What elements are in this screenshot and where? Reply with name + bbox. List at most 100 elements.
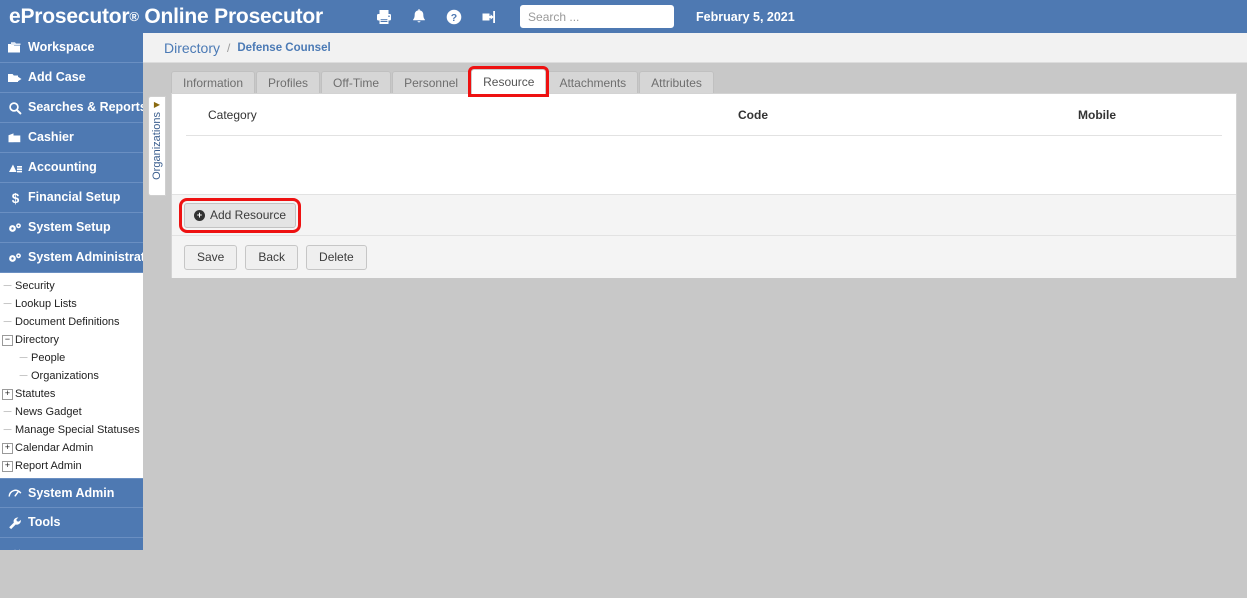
folders-icon [6, 40, 24, 56]
tree-label: News Gadget [15, 407, 82, 418]
plus-circle-icon: + [194, 210, 205, 221]
breadcrumb: Directory / Defense Counsel [143, 33, 1247, 63]
dollar-icon: $ [6, 190, 24, 206]
tree-item-organizations[interactable]: ─Organizations [2, 367, 143, 385]
sidebar-item-workspace[interactable]: Workspace [0, 33, 143, 63]
tree-toggle-none: ─ [18, 353, 29, 364]
breadcrumb-root-link[interactable]: Directory [164, 40, 220, 56]
tab-attachments[interactable]: Attachments [547, 71, 638, 94]
tree-expand-plus-icon[interactable]: + [2, 389, 13, 400]
sidebar-item-tools[interactable]: Tools [0, 508, 143, 538]
wrench-icon [6, 515, 24, 531]
registered-mark: ® [129, 9, 138, 24]
sidebar-label: Workspace [28, 41, 94, 54]
sidebar-item-searches-reports[interactable]: Searches & Reports [0, 93, 143, 123]
tree-toggle-none: ─ [2, 299, 13, 310]
svg-text:$: $ [11, 191, 19, 205]
sidebar-label: System Administration [28, 251, 143, 264]
help-icon[interactable]: ? [445, 8, 463, 26]
tree-item-people[interactable]: ─People [2, 349, 143, 367]
sidebar-label: Financial Setup [28, 191, 120, 204]
sidebar-item-system-admin[interactable]: System Admin [0, 478, 143, 508]
breadcrumb-current-link[interactable]: Defense Counsel [237, 42, 330, 54]
print-icon[interactable] [375, 8, 393, 26]
tree-label: Directory [15, 335, 59, 346]
tab-personnel[interactable]: Personnel [392, 71, 470, 94]
sidebar-label: System Admin [28, 487, 114, 500]
brand-subtitle: Online Prosecutor [139, 5, 323, 28]
resource-action-bar: + Add Resource [172, 194, 1236, 236]
tree-collapse-minus-icon[interactable]: − [2, 335, 13, 346]
add-resource-label: Add Resource [210, 208, 286, 222]
bell-icon[interactable] [410, 8, 428, 26]
gears-icon [6, 250, 24, 266]
tree-label: People [31, 353, 65, 364]
column-header-mobile[interactable]: Mobile [1078, 108, 1116, 122]
tree-label: Document Definitions [15, 317, 120, 328]
app-brand-title: eProsecutor® Online Prosecutor [9, 5, 323, 29]
sidebar-item-system-administration[interactable]: System Administration [0, 243, 143, 273]
tree-item-statutes[interactable]: +Statutes [2, 385, 143, 403]
organizations-side-tab-label: Organizations [151, 112, 163, 180]
chevron-double-left-icon [6, 545, 24, 550]
tab-profiles[interactable]: Profiles [256, 71, 320, 94]
tree-item-news-gadget[interactable]: ─News Gadget [2, 403, 143, 421]
tree-label: Lookup Lists [15, 299, 77, 310]
gauge-icon [6, 485, 24, 501]
tab-information[interactable]: Information [171, 71, 255, 94]
form-button-bar: Save Back Delete [172, 236, 1236, 278]
tree-item-manage-special-statuses[interactable]: ─Manage Special Statuses [2, 421, 143, 439]
sidebar-collapse-button[interactable] [0, 538, 143, 550]
folder-plus-icon [6, 70, 24, 86]
brand-name: eProsecutor [9, 5, 129, 28]
left-sidebar: Workspace Add Case Searches & Reports Ca… [0, 33, 143, 550]
tree-item-directory[interactable]: −Directory [2, 331, 143, 349]
sidebar-label: Tools [28, 516, 60, 529]
tree-toggle-none: ─ [18, 371, 29, 382]
gears-icon [6, 220, 24, 236]
column-header-category[interactable]: Category [208, 108, 257, 122]
delete-button[interactable]: Delete [306, 245, 367, 270]
column-header-code[interactable]: Code [738, 108, 768, 122]
tree-item-document-definitions[interactable]: ─Document Definitions [2, 313, 143, 331]
tree-item-calendar-admin[interactable]: +Calendar Admin [2, 439, 143, 457]
cash-drawer-icon [6, 130, 24, 146]
tree-toggle-none: ─ [2, 425, 13, 436]
sidebar-item-cashier[interactable]: Cashier [0, 123, 143, 153]
resource-table-body [172, 136, 1236, 160]
sidebar-item-financial-setup[interactable]: $ Financial Setup [0, 183, 143, 213]
tab-bar: Information Profiles Off-Time Personnel … [143, 63, 1247, 94]
resource-table-header: Category Code Mobile [186, 94, 1222, 136]
tree-label: Manage Special Statuses [15, 425, 140, 436]
tree-label: Report Admin [15, 461, 82, 472]
tab-resource[interactable]: Resource [471, 69, 546, 94]
tree-label: Calendar Admin [15, 443, 93, 454]
sidebar-tree: ─Security ─Lookup Lists ─Document Defini… [0, 273, 143, 478]
sidebar-label: System Setup [28, 221, 111, 234]
tab-attributes[interactable]: Attributes [639, 71, 714, 94]
logout-icon[interactable] [480, 8, 498, 26]
search-input[interactable] [520, 5, 674, 28]
resource-panel: Category Code Mobile + Add Resource Save… [171, 93, 1237, 278]
tree-item-lookup-lists[interactable]: ─Lookup Lists [2, 295, 143, 313]
search-icon [6, 100, 24, 116]
tree-label: Security [15, 281, 55, 292]
tree-item-report-admin[interactable]: +Report Admin [2, 457, 143, 475]
chart-icon [6, 160, 24, 176]
sidebar-item-accounting[interactable]: Accounting [0, 153, 143, 183]
sidebar-item-system-setup[interactable]: System Setup [0, 213, 143, 243]
top-header-bar: eProsecutor® Online Prosecutor ? Februar… [0, 0, 1247, 33]
sidebar-label: Accounting [28, 161, 97, 174]
tab-off-time[interactable]: Off-Time [321, 71, 391, 94]
sidebar-item-add-case[interactable]: Add Case [0, 63, 143, 93]
tree-item-security[interactable]: ─Security [2, 277, 143, 295]
back-button[interactable]: Back [245, 245, 298, 270]
tree-expand-plus-icon[interactable]: + [2, 443, 13, 454]
add-resource-button[interactable]: + Add Resource [184, 203, 296, 228]
tree-label: Organizations [31, 371, 99, 382]
tree-toggle-none: ─ [2, 281, 13, 292]
sidebar-label: Searches & Reports [28, 101, 143, 114]
save-button[interactable]: Save [184, 245, 237, 270]
organizations-side-tab[interactable]: ▶ Organizations [148, 96, 166, 196]
tree-expand-plus-icon[interactable]: + [2, 461, 13, 472]
